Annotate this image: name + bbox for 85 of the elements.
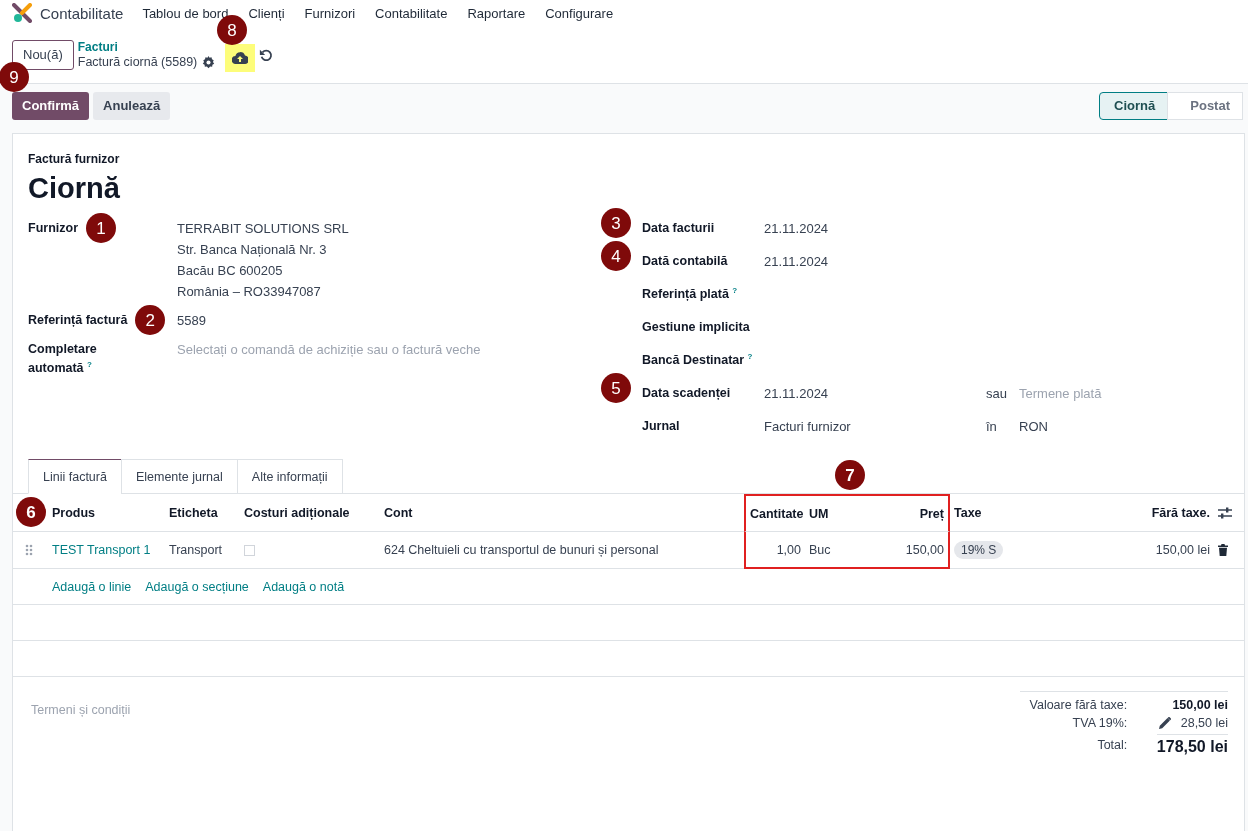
- column-settings-icon[interactable]: [1218, 506, 1232, 519]
- annotation-number-marker: 7: [835, 460, 865, 490]
- totals-label: TVA 19%:: [1071, 716, 1128, 730]
- record-name: Factură ciornă (5589): [77, 55, 198, 69]
- table-cell: Buc: [805, 532, 865, 569]
- field-label: Jurnal: [642, 418, 681, 435]
- totals-amount: 28,50 lei: [1180, 716, 1228, 730]
- field-label: Data scadenței: [642, 385, 732, 402]
- field-joiner: în: [986, 418, 997, 436]
- totals-amount: 178,50 lei: [1156, 734, 1228, 756]
- field-label: Data facturii: [642, 220, 716, 237]
- menu-item[interactable]: Raportare: [467, 5, 526, 21]
- undo-icon[interactable]: [259, 47, 274, 62]
- checkbox[interactable]: [244, 545, 255, 557]
- status-step[interactable]: Ciornă: [1099, 91, 1169, 120]
- field-value: Bacău BC 600205: [177, 262, 284, 280]
- column-header[interactable]: Taxe: [950, 494, 1091, 532]
- field-label: Referință factură: [28, 312, 128, 329]
- confirm-button[interactable]: Confirmă: [12, 91, 90, 120]
- add-line-link[interactable]: Adaugă o secțiune: [145, 579, 249, 594]
- gear-icon[interactable]: [202, 55, 216, 69]
- annotation-number-marker: 3: [601, 208, 631, 238]
- column-header[interactable]: Eticheta: [165, 494, 240, 532]
- help-tooltip-icon[interactable]: ?: [732, 286, 738, 295]
- column-header[interactable]: Preț: [865, 494, 950, 532]
- tab[interactable]: Elemente jurnal: [120, 459, 238, 494]
- field-value: Str. Banca Națională Nr. 3: [177, 241, 328, 259]
- field-value: 5589: [177, 312, 206, 330]
- save-button[interactable]: [225, 43, 256, 72]
- table-cell: 150,00: [865, 532, 950, 569]
- cancel-button[interactable]: Anulează: [93, 91, 171, 120]
- field-value[interactable]: 21.11.2024: [764, 252, 829, 285]
- menu-item[interactable]: Furnizori: [304, 5, 356, 21]
- tab[interactable]: Linii factură: [28, 459, 122, 494]
- field-value[interactable]: Facturi furnizor: [764, 417, 851, 450]
- column-header[interactable]: Cont: [380, 494, 744, 532]
- currency-field[interactable]: RON: [1019, 417, 1048, 436]
- table-cell: 624 Cheltuieli cu transportul de bunuri și personal: [380, 532, 744, 569]
- drag-handle-icon[interactable]: [25, 544, 33, 556]
- pencil-icon[interactable]: [1158, 717, 1171, 729]
- table-cell: 1,00: [744, 532, 805, 569]
- product-link[interactable]: TEST Transport 1: [48, 532, 165, 569]
- annotation-number-marker: 4: [601, 241, 631, 271]
- menu-item[interactable]: Configurare: [545, 5, 614, 21]
- annotation-number-marker: 2: [135, 305, 166, 335]
- menu-item[interactable]: Contabilitate: [375, 5, 448, 21]
- totals-label: Total:: [1096, 738, 1128, 752]
- column-header[interactable]: Costuri adiționale: [240, 494, 380, 532]
- table-cell: 150,00 lei: [1091, 532, 1214, 569]
- column-header[interactable]: Cantitate: [744, 494, 805, 532]
- new-button[interactable]: Nou(ă): [12, 39, 74, 70]
- field-label: Bancă Destinatar $^{?}$: [642, 351, 754, 369]
- column-header[interactable]: Fără taxe.: [1091, 494, 1214, 532]
- field-label: Furnizor: [28, 220, 78, 237]
- document-type-label: Factură furnizor: [28, 152, 121, 166]
- table-cell: Transport: [165, 532, 240, 569]
- field-joiner: sau: [986, 385, 1007, 403]
- field-label: Completare automată $^{?}$: [28, 341, 98, 377]
- field-value: România – RO33947087: [177, 283, 322, 301]
- help-tooltip-icon[interactable]: ?: [87, 360, 92, 369]
- breadcrumb-link[interactable]: Facturi: [77, 40, 216, 54]
- field-label: Referință plată $^{?}$: [642, 285, 739, 303]
- totals-amount: 150,00 lei: [1172, 698, 1228, 712]
- totals-label: Valoare fără taxe:: [1028, 698, 1128, 712]
- annotation-number-marker: 5: [601, 373, 631, 403]
- tax-tag: 19% S: [954, 541, 1004, 559]
- record-title: Ciornă: [28, 172, 121, 205]
- field-value: TERRABIT SOLUTIONS SRL: [177, 220, 349, 238]
- cloud-upload-icon: [232, 51, 249, 64]
- tab[interactable]: Alte informații: [236, 459, 343, 494]
- annotation-number-marker: 1: [86, 213, 116, 243]
- field-label: Gestiune implicita: [642, 319, 751, 336]
- status-step[interactable]: Postat: [1167, 91, 1243, 120]
- field-value[interactable]: 21.11.2024: [764, 384, 829, 417]
- add-line-link[interactable]: Adaugă o notă: [262, 579, 345, 594]
- app-logo-icon: [12, 3, 32, 23]
- trash-icon[interactable]: [1218, 544, 1228, 556]
- field-value[interactable]: 21.11.2024: [764, 219, 829, 252]
- menu-item[interactable]: Clienți: [248, 5, 285, 21]
- annotation-number-marker: 6: [16, 497, 46, 527]
- add-line-link[interactable]: Adaugă o linie: [52, 579, 132, 594]
- column-header[interactable]: Produs: [48, 494, 165, 532]
- help-tooltip-icon[interactable]: ?: [747, 352, 753, 361]
- app-name: Contabilitate: [40, 4, 124, 22]
- field-label: Dată contabilă: [642, 253, 729, 270]
